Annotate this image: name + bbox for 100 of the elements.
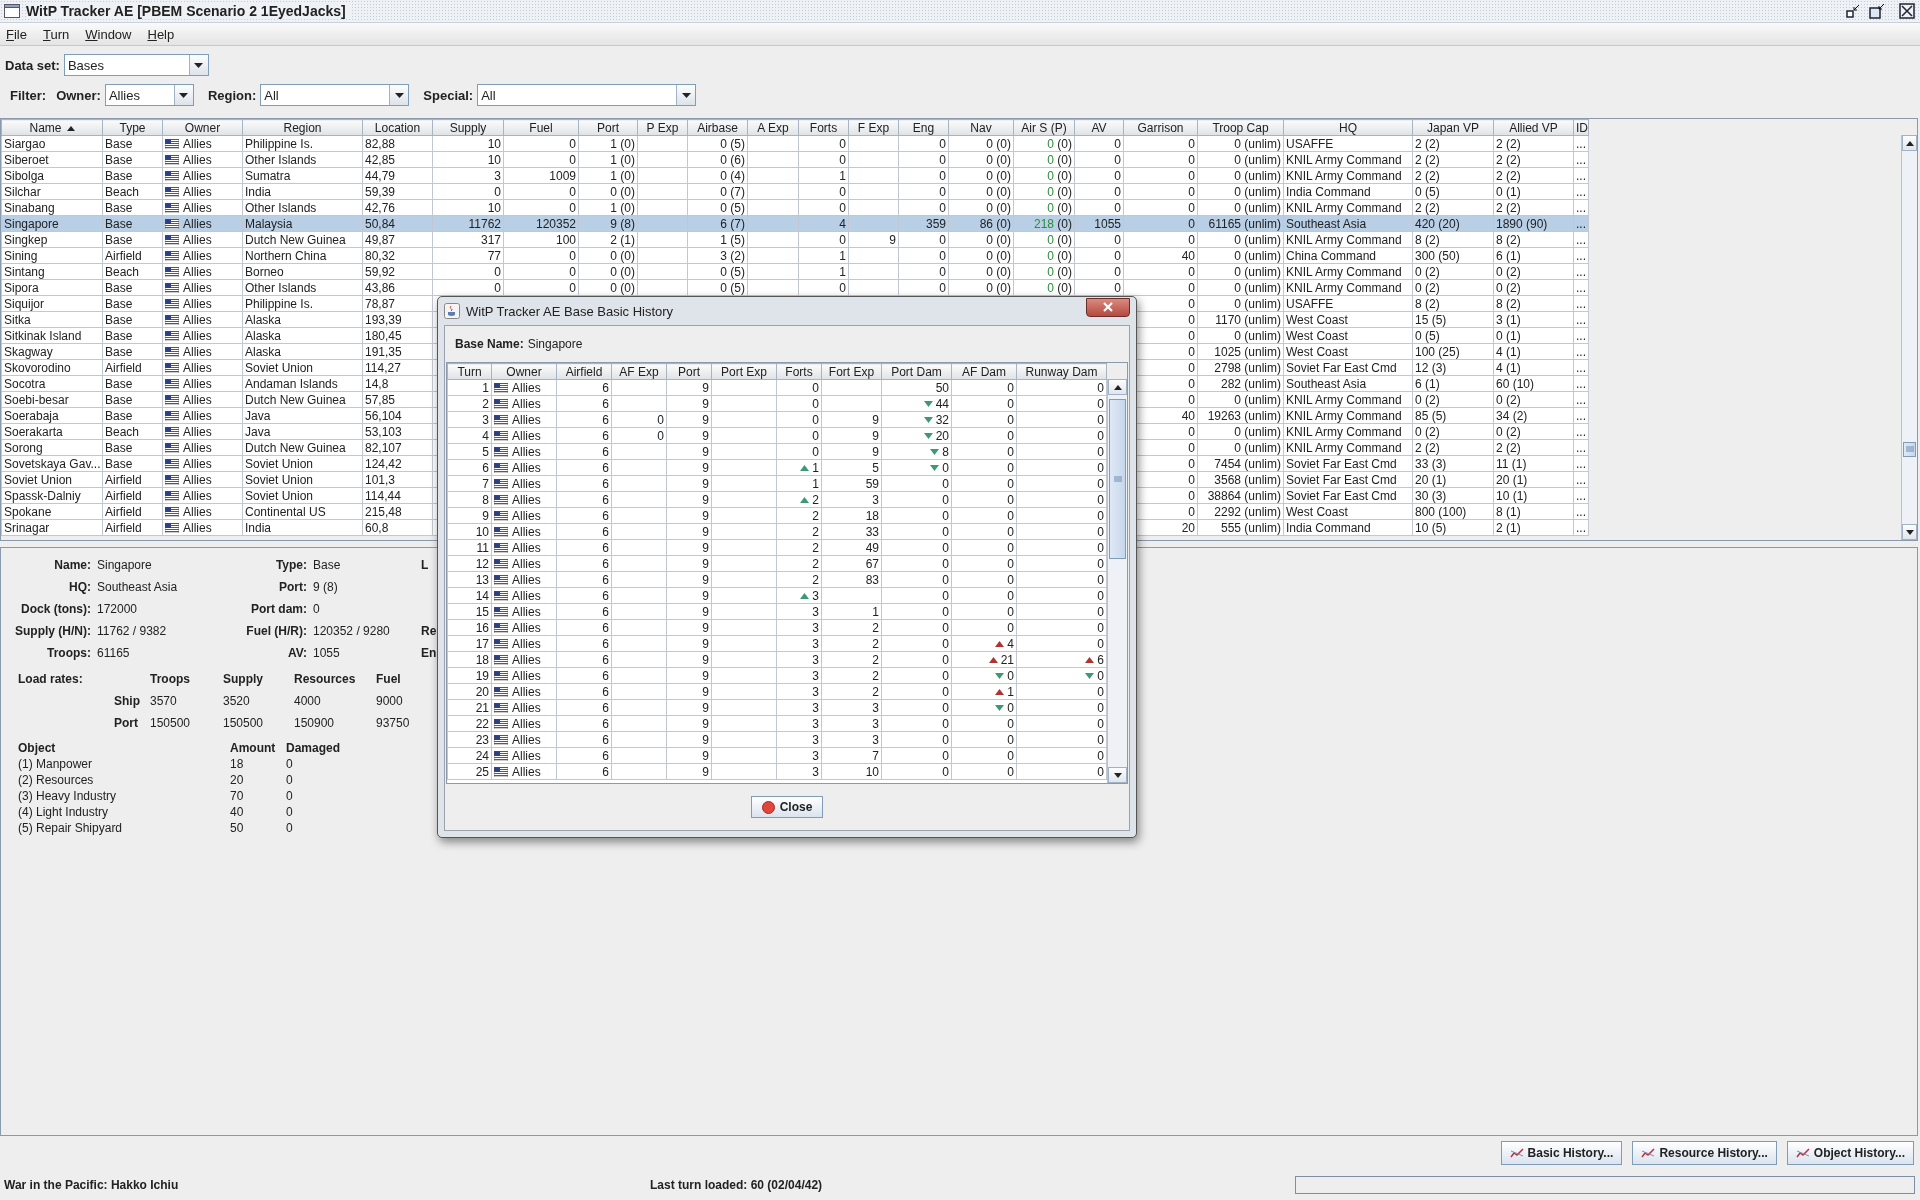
column-header[interactable]: Region [242, 119, 363, 136]
owner-name: Allies [512, 444, 541, 459]
column-header[interactable]: Owner [162, 119, 243, 136]
table-cell: 0 (0) [1013, 247, 1075, 264]
column-header[interactable]: Supply [432, 119, 504, 136]
table-cell: 9 (8) [578, 215, 638, 232]
column-header[interactable]: Port Exp [711, 363, 777, 380]
table-cell: 4 [798, 215, 849, 232]
column-header[interactable]: Allied VP [1493, 119, 1574, 136]
table-cell: 10 [432, 135, 504, 152]
minimize-button[interactable] [1844, 2, 1862, 20]
column-header[interactable]: AF Dam [951, 363, 1017, 380]
table-cell: 0 [951, 747, 1017, 764]
table-cell: Airfield [102, 503, 163, 520]
menu-item[interactable]: Window [85, 26, 132, 42]
table-cell: 0 (2) [1412, 423, 1494, 440]
table-cell: Base [102, 295, 163, 312]
table-cell: 0 [1016, 443, 1107, 460]
table-cell: 0 [432, 183, 504, 200]
column-header[interactable]: Turn [447, 363, 492, 380]
column-header[interactable]: Port [578, 119, 638, 136]
table-cell: ... [1573, 199, 1589, 216]
table-cell: Base [102, 327, 163, 344]
table-cell: Airfield [102, 359, 163, 376]
table-cell: Borneo [242, 263, 363, 280]
column-header[interactable]: Fuel [503, 119, 579, 136]
column-header[interactable]: Fort Exp [821, 363, 882, 380]
dropdown[interactable]: All [260, 84, 410, 106]
column-header[interactable]: Japan VP [1412, 119, 1494, 136]
column-header[interactable]: Airbase [687, 119, 748, 136]
column-header[interactable]: A Exp [747, 119, 799, 136]
table-cell: Soerakarta [1, 423, 103, 440]
column-header[interactable]: HQ [1283, 119, 1413, 136]
column-header[interactable]: Forts [776, 363, 822, 380]
close-button[interactable]: Close [750, 796, 824, 818]
table-cell: Airfield [102, 471, 163, 488]
column-header[interactable]: Air S (P) [1013, 119, 1075, 136]
table-cell: 3 [432, 167, 504, 184]
scroll-up-button[interactable] [1108, 379, 1127, 395]
column-header[interactable]: Forts [798, 119, 849, 136]
column-header[interactable]: Type [102, 119, 163, 136]
menu-item[interactable]: Turn [42, 26, 70, 42]
flag-icon [165, 218, 179, 229]
owner-name: Allies [183, 488, 212, 503]
menu-item[interactable]: File [6, 26, 27, 42]
menu-item[interactable]: Help [147, 26, 175, 42]
column-header[interactable]: Port [666, 363, 712, 380]
table-cell: Soviet Union [1, 471, 103, 488]
scroll-up-button[interactable] [1902, 135, 1917, 151]
scroll-down-button[interactable] [1108, 767, 1127, 783]
history-button[interactable]: Basic History... [1500, 1141, 1623, 1165]
column-header[interactable]: AF Exp [611, 363, 667, 380]
scrollbar[interactable] [1901, 135, 1917, 540]
column-header[interactable]: Runway Dam [1016, 363, 1107, 380]
table-cell: 0 [798, 183, 849, 200]
column-header[interactable]: Owner [491, 363, 557, 380]
table-cell: 4 (1) [1493, 359, 1574, 376]
column-header[interactable]: Nav [948, 119, 1014, 136]
column-header[interactable]: Eng [898, 119, 949, 136]
dropdown[interactable]: Bases [63, 54, 209, 76]
table-cell: 49,87 [362, 231, 433, 248]
restore-button[interactable] [1868, 2, 1886, 20]
flag-icon [165, 410, 179, 421]
table-cell: ... [1573, 423, 1589, 440]
column-header[interactable]: Name [1, 119, 103, 136]
flag-icon [165, 458, 179, 469]
scroll-thumb[interactable] [1903, 441, 1916, 457]
column-header[interactable]: Port Dam [881, 363, 952, 380]
table-cell: 6 [556, 587, 612, 604]
dropdown[interactable]: Allies [104, 84, 194, 106]
close-button[interactable] [1898, 2, 1916, 20]
table-cell: India Command [1283, 519, 1413, 536]
table-cell: 2 [447, 395, 492, 412]
table-cell: 555 (unlim) [1197, 519, 1284, 536]
column-header[interactable]: F Exp [848, 119, 899, 136]
column-header[interactable]: Garrison [1123, 119, 1198, 136]
table-cell: 9 [666, 635, 712, 652]
column-header[interactable]: Location [362, 119, 433, 136]
scroll-thumb[interactable] [1109, 398, 1126, 559]
table-cell: Sibolga [1, 167, 103, 184]
close-button[interactable] [1086, 297, 1130, 317]
owner-name: Allies [512, 700, 541, 715]
table-cell: 0 [898, 263, 949, 280]
column-header[interactable]: Troop Cap [1197, 119, 1284, 136]
history-button[interactable]: Resource History... [1632, 1141, 1777, 1165]
history-button[interactable]: Object History... [1786, 1141, 1914, 1165]
table-cell: 0 (0) [948, 135, 1014, 152]
table-cell: 61165 (unlim) [1197, 215, 1284, 232]
table-cell: 100 [503, 231, 579, 248]
scroll-down-button[interactable] [1902, 524, 1917, 540]
table-cell: 0 (0) [1013, 263, 1075, 280]
column-header[interactable]: P Exp [637, 119, 688, 136]
table-cell: 1 (0) [578, 135, 638, 152]
table-cell: Base [102, 391, 163, 408]
table-cell: Base [102, 455, 163, 472]
column-header[interactable]: Airfield [556, 363, 612, 380]
dropdown[interactable]: All [477, 84, 697, 106]
scrollbar[interactable] [1107, 379, 1127, 783]
flag-icon [165, 442, 179, 453]
column-header[interactable]: AV [1074, 119, 1124, 136]
